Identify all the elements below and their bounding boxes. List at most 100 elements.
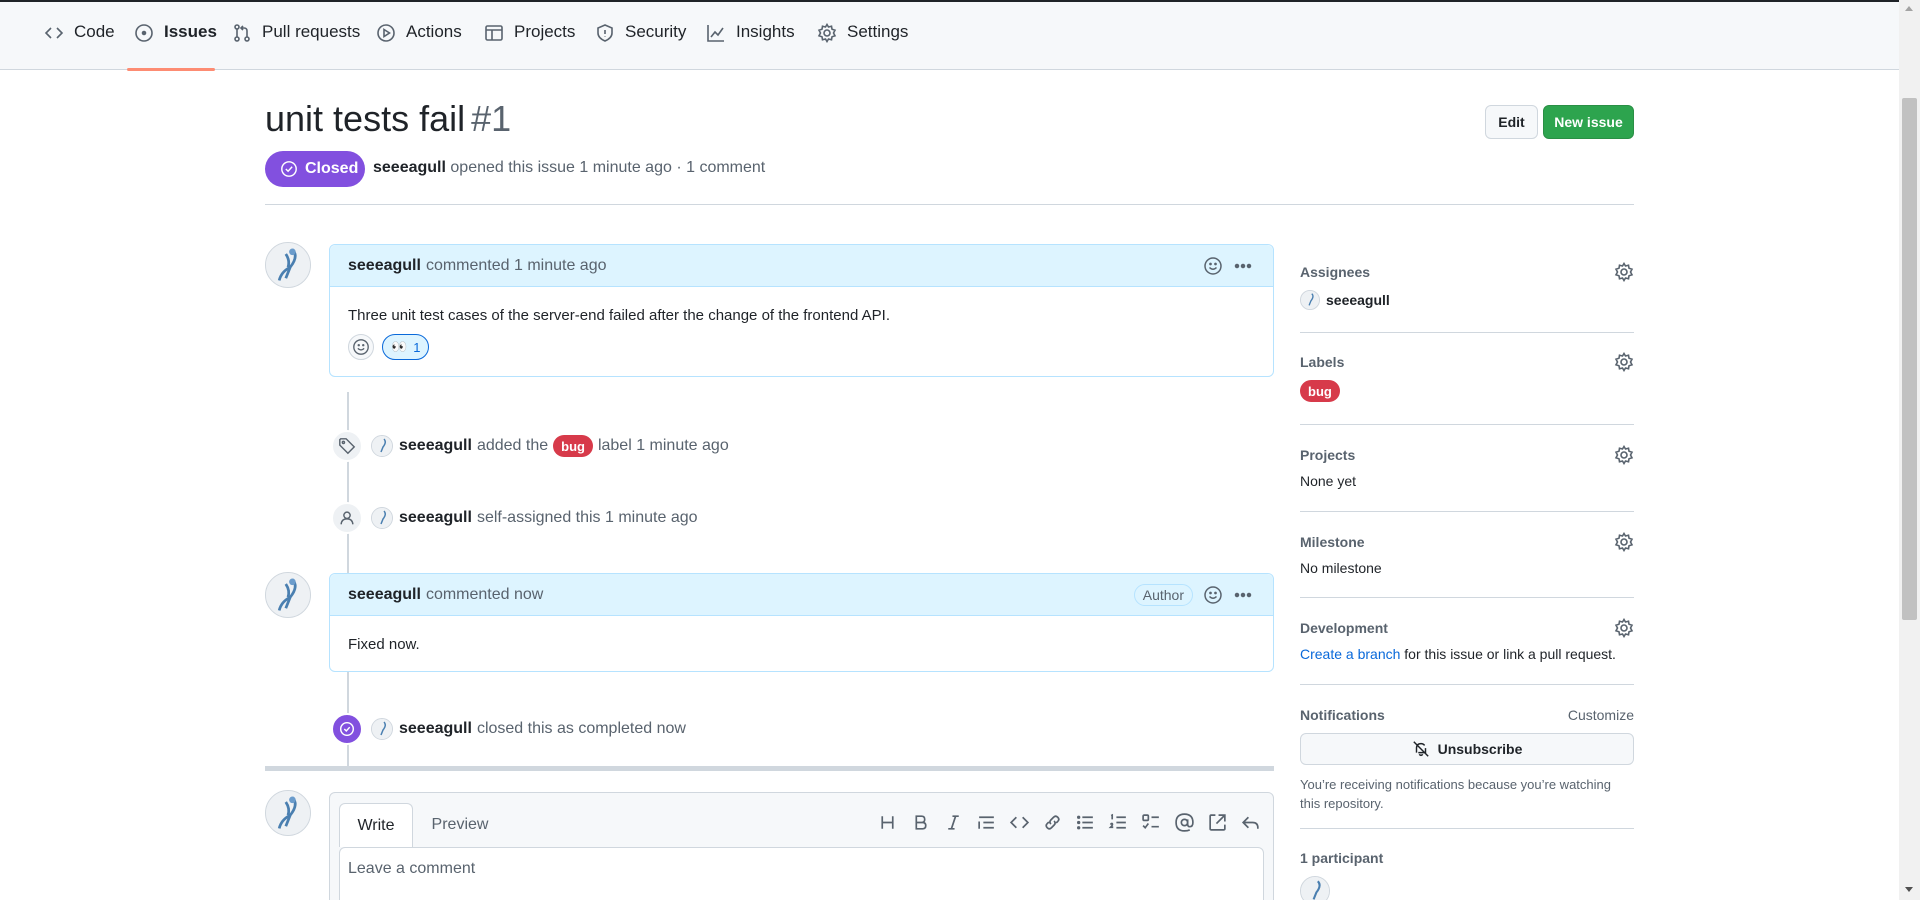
reaction-eyes-button[interactable]: 👀 1 (382, 334, 430, 360)
avatar[interactable] (371, 507, 393, 529)
sidebar-participants: 1 participant (1300, 850, 1634, 900)
bell-slash-icon (1412, 741, 1429, 757)
tab-security[interactable]: Security (595, 22, 686, 70)
avatar[interactable] (371, 718, 393, 740)
unsubscribe-label: Unsubscribe (1437, 741, 1523, 757)
sidebar-heading[interactable]: Assignees (1300, 264, 1634, 280)
create-branch-link[interactable]: Create a branch (1300, 646, 1400, 662)
unsubscribe-button[interactable]: Unsubscribe (1300, 733, 1634, 765)
gear-icon[interactable] (1614, 444, 1634, 466)
tab-settings[interactable]: Settings (817, 22, 908, 70)
avatar[interactable] (265, 242, 311, 288)
avatar[interactable] (265, 572, 311, 618)
kebab-horizontal-icon[interactable] (1233, 585, 1253, 605)
sidebar-heading: 1 participant (1300, 850, 1384, 866)
reply-icon[interactable] (1240, 812, 1261, 833)
projects-value: None yet (1300, 473, 1357, 489)
tab-projects[interactable]: Projects (484, 22, 575, 70)
tab-insights[interactable]: Insights (706, 22, 795, 70)
sidebar-heading[interactable]: Development (1300, 620, 1634, 636)
sidebar-divider (1300, 597, 1634, 598)
tab-preview[interactable]: Preview (425, 803, 495, 847)
bold-icon[interactable] (910, 812, 931, 833)
markdown-toolbar (877, 812, 1261, 833)
smiley-icon[interactable] (1203, 256, 1223, 276)
comment-timestamp[interactable]: commented now (426, 586, 543, 604)
tab-write[interactable]: Write (339, 803, 413, 847)
mention-icon[interactable] (1174, 812, 1195, 833)
sidebar-divider (1300, 424, 1634, 425)
sidebar-labels: Labels bug (1300, 351, 1634, 402)
label-bug[interactable]: bug (1300, 380, 1340, 402)
avatar[interactable] (1300, 876, 1330, 900)
comment-author-link[interactable]: seeeagull (348, 586, 421, 604)
sidebar-heading[interactable]: Labels (1300, 354, 1634, 370)
tasklist-icon[interactable] (1141, 812, 1162, 833)
scroll-up-arrow-icon[interactable] (1905, 6, 1913, 11)
timeline-event-closed: seeeagull closed this as completed now (331, 713, 686, 745)
scrollbar-thumb[interactable] (1902, 98, 1917, 620)
avatar[interactable] (265, 790, 311, 836)
sidebar-assignees: Assignees seeeagull (1300, 261, 1634, 310)
sidebar-divider (1300, 511, 1634, 512)
comment-timestamp[interactable]: commented 1 minute ago (426, 257, 607, 275)
cross-reference-icon[interactable] (1207, 812, 1228, 833)
ordered-list-icon[interactable] (1108, 812, 1129, 833)
tab-pull-requests[interactable]: Pull requests (232, 22, 360, 70)
event-actor-link[interactable]: seeeagull (399, 437, 472, 455)
issue-author-link[interactable]: seeeagull (373, 159, 446, 176)
issue-title: unit tests fail #1 (265, 98, 511, 140)
label-bug[interactable]: bug (553, 435, 593, 457)
gear-icon[interactable] (1614, 531, 1634, 553)
event-actor-link[interactable]: seeeagull (399, 720, 472, 738)
sidebar-heading[interactable]: Projects (1300, 447, 1634, 463)
smiley-icon[interactable] (1203, 585, 1223, 605)
page-scrollbar[interactable] (1899, 0, 1920, 900)
author-badge: Author (1133, 584, 1193, 606)
avatar[interactable] (371, 435, 393, 457)
issue-meta: seeeagull opened this issue 1 minute ago… (373, 159, 765, 177)
quote-icon[interactable] (976, 812, 997, 833)
sidebar-divider (1300, 332, 1634, 333)
italic-icon[interactable] (943, 812, 964, 833)
event-text-after: label 1 minute ago (597, 437, 729, 454)
unordered-list-icon[interactable] (1075, 812, 1096, 833)
avatar-image (266, 573, 310, 617)
code-icon[interactable] (1009, 812, 1030, 833)
issue-meta-text: opened this issue 1 minute ago · 1 comme… (450, 159, 766, 176)
tab-actions[interactable]: Actions (376, 22, 462, 70)
new-issue-button[interactable]: New issue (1543, 105, 1634, 139)
gear-icon[interactable] (1614, 617, 1634, 639)
event-icon (331, 713, 363, 745)
customize-link[interactable]: Customize (1568, 707, 1634, 723)
gear-icon[interactable] (1614, 261, 1634, 283)
sidebar-development: Development Create a branch for this iss… (1300, 617, 1634, 662)
play-icon (377, 24, 395, 42)
kebab-horizontal-icon[interactable] (1233, 256, 1253, 276)
heading-icon[interactable] (877, 812, 898, 833)
sidebar-heading[interactable]: Milestone (1300, 534, 1634, 550)
sidebar-divider (1300, 828, 1634, 829)
scroll-down-arrow-icon[interactable] (1905, 887, 1913, 892)
edit-button[interactable]: Edit (1485, 105, 1538, 139)
comment-2: seeeagull commented now Author Fixed now… (329, 573, 1274, 672)
issue-title-text: unit tests fail (265, 98, 466, 139)
table-icon (485, 25, 503, 41)
sidebar-notifications: Notifications Customize Unsubscribe You’… (1300, 707, 1634, 813)
avatar-image (266, 791, 310, 835)
sidebar-milestone: Milestone No milestone (1300, 531, 1634, 576)
link-icon[interactable] (1042, 812, 1063, 833)
event-actor-link[interactable]: seeeagull (399, 509, 472, 527)
comment-textarea[interactable]: Leave a comment (339, 847, 1264, 900)
tab-issues[interactable]: Issues (134, 22, 217, 70)
tab-code[interactable]: Code (44, 22, 115, 70)
gear-icon[interactable] (1614, 351, 1634, 373)
development-text: for this issue or link a pull request. (1404, 646, 1616, 662)
issue-closed-icon (339, 721, 355, 737)
comment-author-link[interactable]: seeeagull (348, 257, 421, 275)
assignee-name: seeeagull (1326, 292, 1390, 308)
add-reaction-button[interactable] (348, 334, 374, 360)
avatar-image (266, 243, 310, 287)
assignee-item[interactable]: seeeagull (1300, 290, 1634, 310)
notification-reason: You’re receiving notifications because y… (1300, 777, 1611, 811)
